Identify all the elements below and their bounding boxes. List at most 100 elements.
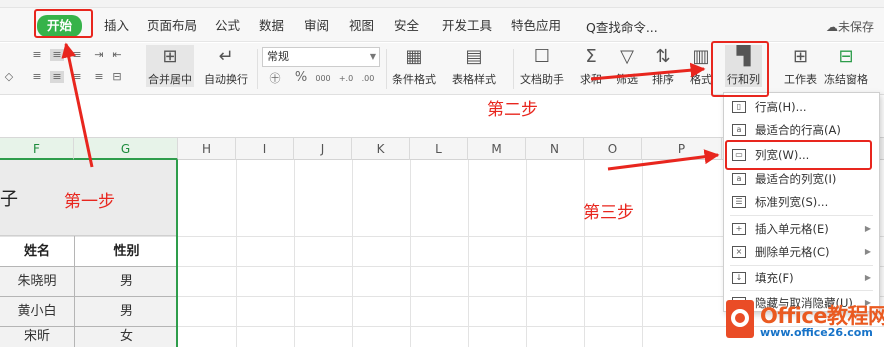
menu-item-autofit-column[interactable]: a 最适合的列宽(I) [724,167,879,190]
indent-icon[interactable]: ⇥ [92,49,106,61]
format-label: 格式 [690,73,712,86]
decrease-decimal-icon[interactable]: .00 [360,73,376,85]
ribbon-divider [386,49,387,89]
align-top-icon[interactable]: ≡ [30,49,44,61]
percent-button[interactable]: % [294,71,308,84]
menu-item-fill[interactable]: ↓ 填充(F) ▶ [724,266,879,289]
merge-center-button[interactable]: ⊞ 合并居中 [146,45,194,87]
table-cell[interactable]: 男 [75,267,178,297]
doc-assistant-icon: ☐ [533,46,551,67]
distribute-icon[interactable]: ⊟ [110,71,124,83]
header-cell-name[interactable]: 姓名 [0,237,74,267]
step1-label: 第一步 [64,192,115,212]
row-col-button[interactable]: ▜ 行和列 [725,45,762,87]
column-header-k[interactable]: K [352,138,410,160]
worksheet-label: 工作表 [784,73,817,86]
menu-item-autofit-row[interactable]: a 最适合的行高(A) [724,118,879,141]
tab-developer[interactable]: 开发工具 [442,17,492,35]
tab-review[interactable]: 审阅 [304,17,329,35]
filter-button[interactable]: ▽ 筛选 [614,45,640,87]
menu-item-label: 删除单元格(C) [755,244,830,259]
column-header-h[interactable]: H [178,138,236,160]
column-header-i[interactable]: I [236,138,294,160]
column-header-l[interactable]: L [410,138,468,160]
align-middle-icon[interactable]: ≡ [50,49,64,61]
menu-item-insert-cells[interactable]: + 插入单元格(E) ▶ [724,217,879,240]
currency-icon[interactable]: ㊉ [266,73,284,85]
align-bottom-icon[interactable]: ≡ [70,49,84,61]
number-format-select[interactable]: 常规 ▼ [262,47,380,67]
table-cell[interactable]: 朱晓明 [0,267,74,297]
column-header-p[interactable]: P [642,138,722,160]
tab-data[interactable]: 数据 [259,17,284,35]
table-border [0,296,178,297]
increase-decimal-icon[interactable]: +.0 [338,73,354,85]
table-style-button[interactable]: ▤ 表格样式 [452,45,496,87]
menu-item-delete-cells[interactable]: × 删除单元格(C) ▶ [724,240,879,263]
format-button[interactable]: ▥ 格式 [688,45,714,87]
conditional-format-button[interactable]: ▦ 条件格式 [392,45,436,87]
column-header-m[interactable]: M [468,138,526,160]
ribbon-divider [257,49,258,89]
column-header-o[interactable]: O [584,138,642,160]
align-right-icon[interactable]: ≡ [70,71,84,83]
table-border [74,236,75,347]
submenu-arrow-icon: ▶ [864,247,871,256]
tab-page-layout[interactable]: 页面布局 [147,17,197,35]
freeze-panes-button[interactable]: ⊟ 冻结窗格 [824,45,868,87]
auto-wrap-button[interactable]: ↵ 自动换行 [204,45,248,87]
menu-item-row-height[interactable]: ▯ 行高(H)... [724,95,879,118]
grid-line [526,160,527,347]
menu-divider [730,215,873,216]
doc-assistant-button[interactable]: ☐ 文档助手 [520,45,564,87]
sigma-icon: Σ [585,46,597,67]
menu-bar: 开始 插入 页面布局 公式 数据 审阅 视图 安全 开发工具 特色应用 Q查找命… [0,8,884,42]
row-col-dropdown: ▯ 行高(H)... a 最适合的行高(A) ▭ 列宽(W)... a 最适合的列宽(I… [723,92,880,312]
justify-icon[interactable]: ≡ [92,71,106,83]
table-cell[interactable]: 黄小白 [0,297,74,327]
tab-view[interactable]: 视图 [349,17,374,35]
menu-item-label: 标准列宽(S)... [755,194,829,209]
sum-label: 求和 [580,73,602,86]
column-header-j[interactable]: J [294,138,352,160]
column-header-g[interactable]: G [74,138,178,160]
column-header-n[interactable]: N [526,138,584,160]
step2-label: 第二步 [487,100,538,120]
menu-item-standard-width[interactable]: ☰ 标准列宽(S)... [724,190,879,213]
cloud-unsaved[interactable]: ☁未保存 [826,18,874,35]
sort-button[interactable]: ⇅ 排序 [650,45,676,87]
header-cell-gender[interactable]: 性别 [75,237,178,267]
menu-item-column-width[interactable]: ▭ 列宽(W)... [724,143,879,166]
tab-special-apps[interactable]: 特色应用 [511,17,561,35]
filter-label: 筛选 [616,73,638,86]
thousands-button[interactable]: 000 [313,73,333,85]
column-header-f[interactable]: F [0,138,74,160]
row-col-icon: ▜ [736,46,751,67]
table-cell[interactable]: 宋昕 [0,327,74,347]
align-center-icon[interactable]: ≡ [50,71,64,83]
auto-wrap-label: 自动换行 [204,73,248,86]
font-options-icon[interactable]: ◇ [2,71,16,83]
outdent-icon[interactable]: ⇤ [110,49,124,61]
tab-home[interactable]: 开始 [37,15,83,37]
command-search[interactable]: Q查找命令... [586,17,658,36]
grid-line [584,160,585,347]
merged-cell-text: 子 [0,189,18,210]
sum-button[interactable]: Σ 求和 [578,45,604,87]
autofit-row-icon: a [732,123,746,136]
grid-line [236,160,237,347]
delete-cells-icon: × [732,245,746,258]
tab-insert[interactable]: 插入 [104,17,129,35]
window-title-strip [0,0,884,8]
insert-cells-icon: + [732,222,746,235]
tab-security[interactable]: 安全 [394,17,419,35]
worksheet-button[interactable]: ⊞ 工作表 [784,45,817,87]
table-cell[interactable]: 男 [75,297,178,327]
tab-formulas[interactable]: 公式 [215,17,240,35]
table-cell[interactable]: 女 [75,327,178,347]
menu-item-label: 最适合的行高(A) [755,122,841,137]
table-style-label: 表格样式 [452,73,496,86]
ribbon-toolbar: ≡ ≡ ≡ ⇥ ⇤ ≡ ≡ ≡ ≡ ⊟ ◇ ⊞ 合并居中 ↵ 自动换行 常规 ▼ … [0,43,884,95]
table-style-icon: ▤ [465,46,483,67]
align-left-icon[interactable]: ≡ [30,71,44,83]
